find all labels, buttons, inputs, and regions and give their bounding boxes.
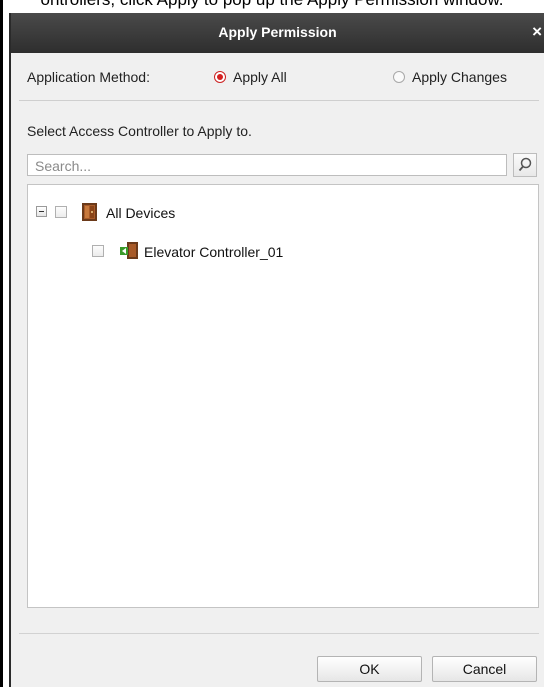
search-button[interactable] <box>513 153 537 177</box>
door-icon <box>82 203 97 221</box>
all-devices-checkbox[interactable] <box>55 206 67 218</box>
tree-item-all-devices[interactable]: All Devices <box>36 202 336 222</box>
radio-apply-changes[interactable] <box>393 71 405 83</box>
radio-apply-all-label[interactable]: Apply All <box>233 69 287 85</box>
search-icon <box>518 157 532 172</box>
search-field[interactable] <box>27 154 507 176</box>
application-method-label: Application Method: <box>27 69 150 85</box>
dialog-title: Apply Permission <box>218 24 337 40</box>
radio-apply-changes-label[interactable]: Apply Changes <box>412 69 507 85</box>
search-input[interactable] <box>33 156 497 176</box>
application-method-row: Application Method: Apply All Apply Chan… <box>27 67 537 87</box>
tree-item-elevator-controller[interactable]: Elevator Controller_01 <box>92 241 392 261</box>
apply-permission-dialog: Apply Permission × Application Method: A… <box>9 13 544 687</box>
footer-divider <box>19 633 539 634</box>
tree-item-label: Elevator Controller_01 <box>144 244 284 260</box>
cancel-button[interactable]: Cancel <box>432 656 537 682</box>
page: ontrollers, click Apply to pop up the Ap… <box>0 0 544 687</box>
elevator-controller-icon <box>120 242 138 259</box>
collapse-icon[interactable] <box>36 206 47 217</box>
dialog-titlebar[interactable]: Apply Permission × <box>11 13 544 53</box>
background-border <box>0 0 3 687</box>
close-icon[interactable]: × <box>532 22 542 42</box>
elevator-controller-checkbox[interactable] <box>92 245 104 257</box>
section-divider <box>19 100 539 101</box>
select-controller-label: Select Access Controller to Apply to. <box>27 123 252 139</box>
background-caption: ontrollers, click Apply to pop up the Ap… <box>0 0 544 9</box>
ok-button[interactable]: OK <box>317 656 422 682</box>
radio-apply-all[interactable] <box>214 71 226 83</box>
tree-item-label: All Devices <box>106 205 176 221</box>
device-tree: All Devices Elevator Controller_01 <box>27 184 539 608</box>
